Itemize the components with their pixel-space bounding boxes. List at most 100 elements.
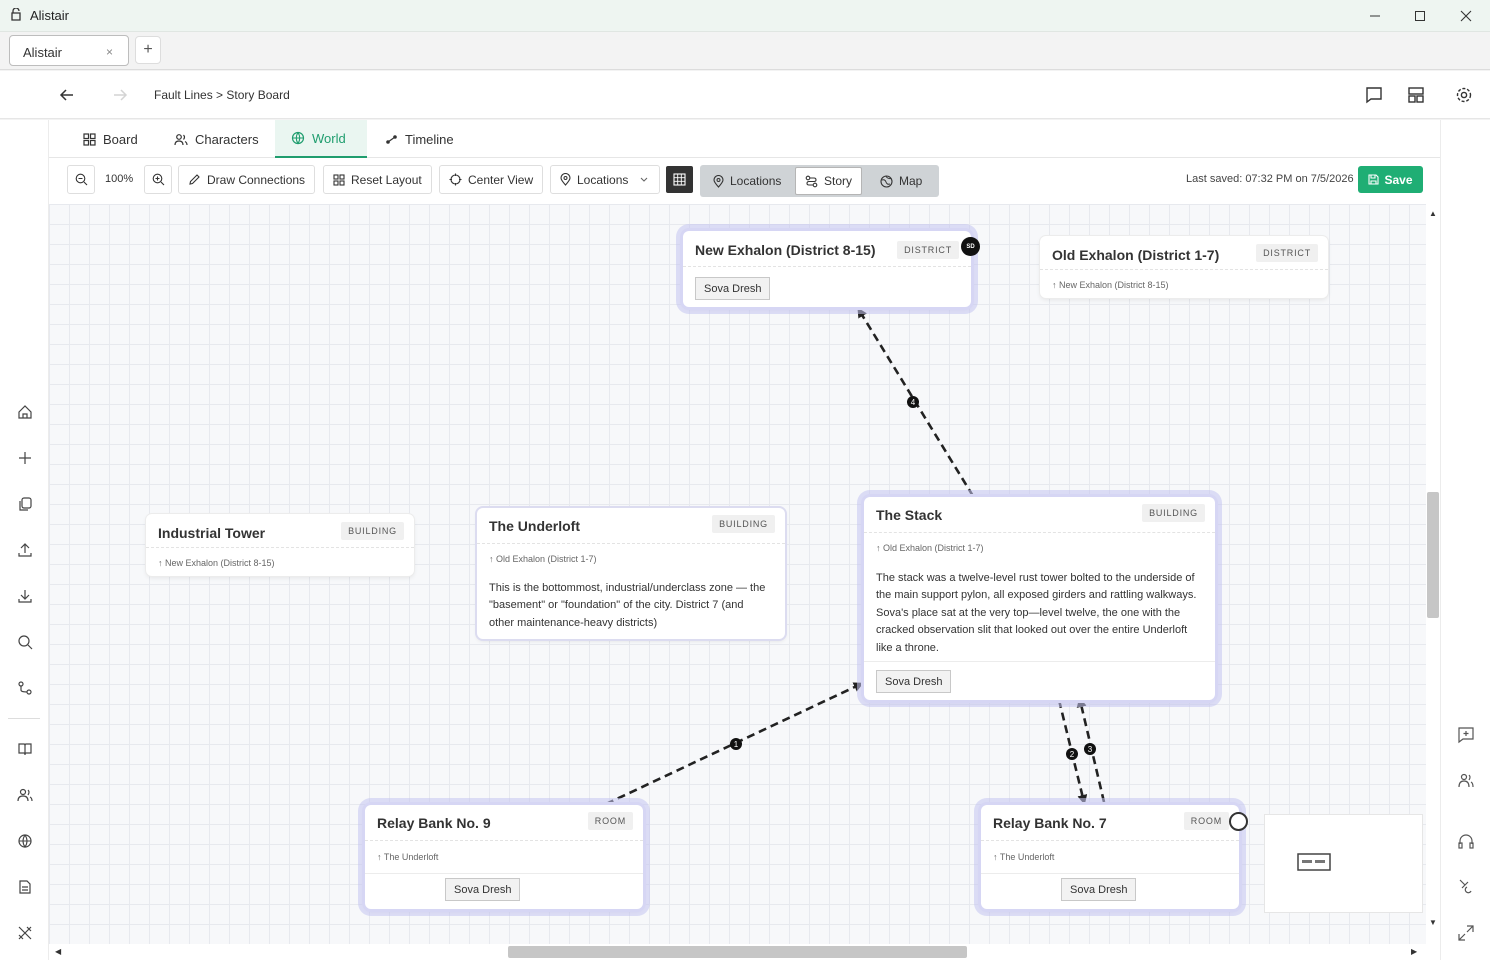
main-panel: Board Characters World Timeline 100% Dra…	[49, 120, 1440, 960]
tools-icon[interactable]	[15, 923, 35, 943]
minimize-button[interactable]	[1355, 4, 1395, 28]
chevron-down-icon	[640, 177, 648, 182]
characters-icon[interactable]	[15, 785, 35, 805]
people-icon[interactable]	[1457, 771, 1475, 789]
character-chip[interactable]: Sova Dresh	[445, 878, 521, 901]
headphones-icon[interactable]	[1457, 832, 1475, 850]
node-type-badge: BUILDING	[341, 522, 404, 540]
pin-icon	[560, 173, 571, 186]
location-node-industrial-tower[interactable]: Industrial Tower BUILDING ↑ New Exhalon …	[146, 514, 414, 576]
connection-1[interactable]: 1	[605, 682, 864, 806]
draw-connections-button[interactable]: Draw Connections	[178, 165, 316, 194]
minimap[interactable]	[1264, 814, 1423, 913]
magic-brush-icon[interactable]	[1457, 877, 1475, 895]
scroll-down-arrow-icon[interactable]: ▼	[1429, 918, 1437, 927]
zoom-level: 100%	[105, 173, 134, 185]
node-divider	[365, 873, 643, 874]
location-node-new-exhalon[interactable]: New Exhalon (District 8-15) DISTRICT Sov…	[683, 231, 980, 307]
zoom-in-button[interactable]	[144, 165, 172, 194]
document-icon[interactable]	[15, 877, 35, 897]
node-type-badge: ROOM	[587, 812, 633, 830]
branch-icon[interactable]	[15, 678, 35, 698]
toolbar: 100% Draw Connections Reset Layout Cente…	[49, 158, 1440, 204]
back-arrow-icon[interactable]	[59, 87, 75, 103]
scroll-right-arrow-icon[interactable]: ▶	[1411, 947, 1417, 956]
node-parent: ↑ Old Exhalon (District 1-7)	[876, 543, 984, 553]
world-canvas[interactable]: 1 2 3 4 New Exhalon (District 8-15) DIST…	[49, 204, 1426, 944]
close-window-button[interactable]	[1446, 4, 1486, 28]
scroll-up-arrow-icon[interactable]: ▲	[1429, 209, 1437, 218]
upload-icon[interactable]	[15, 540, 35, 560]
tab-world-label: World	[312, 130, 346, 146]
copy-icon[interactable]	[15, 494, 35, 514]
character-chip[interactable]: Sova Dresh	[695, 277, 771, 300]
locations-dropdown-label: Locations	[577, 172, 629, 187]
view-mode-locations[interactable]: Locations	[704, 167, 790, 195]
settings-gear-icon[interactable]	[1455, 86, 1473, 104]
location-node-old-exhalon[interactable]: Old Exhalon (District 1-7) DISTRICT ↑ Ne…	[1040, 236, 1328, 298]
table-view-button[interactable]	[666, 166, 693, 193]
tab-timeline[interactable]: Timeline	[369, 120, 470, 158]
node-title: The Stack	[876, 507, 943, 523]
zoom-out-button[interactable]	[67, 165, 95, 194]
locations-dropdown[interactable]: Locations	[550, 165, 660, 194]
view-mode-toggle: Locations Story Map	[700, 165, 939, 197]
view-mode-map[interactable]: Map	[871, 167, 931, 195]
location-node-the-stack[interactable]: The Stack BUILDING ↑ Old Exhalon (Distri…	[864, 497, 1215, 700]
layout-icon[interactable]	[1407, 86, 1425, 104]
window-title: Alistair	[30, 8, 70, 23]
expand-icon[interactable]	[1457, 924, 1475, 942]
location-node-relay-bank-9[interactable]: Relay Bank No. 9 ROOM ↑ The Underloft So…	[365, 805, 643, 909]
horizontal-scrollbar[interactable]: ◀ ▶	[49, 944, 1426, 960]
zoom-out-icon	[75, 173, 87, 186]
home-icon[interactable]	[15, 402, 35, 422]
add-comment-icon[interactable]	[1457, 726, 1475, 744]
node-parent: ↑ New Exhalon (District 8-15)	[1052, 280, 1169, 290]
node-type-badge: BUILDING	[1142, 504, 1205, 522]
view-mode-map-label: Map	[899, 174, 923, 188]
tab-close-icon[interactable]: ×	[106, 45, 113, 59]
download-icon[interactable]	[15, 586, 35, 606]
view-mode-story[interactable]: Story	[795, 167, 863, 195]
node-parent: ↑ New Exhalon (District 8-15)	[158, 558, 275, 568]
connection-3-label: 3	[1088, 745, 1093, 754]
save-button[interactable]: Save	[1358, 166, 1423, 193]
center-view-button[interactable]: Center View	[439, 165, 544, 194]
pin-icon	[713, 174, 724, 188]
horizontal-scroll-thumb[interactable]	[508, 946, 967, 958]
breadcrumb: Fault Lines > Story Board	[154, 88, 290, 102]
character-chip[interactable]: Sova Dresh	[1061, 878, 1137, 901]
connection-3[interactable]: 3	[1076, 697, 1106, 803]
tab-characters[interactable]: Characters	[158, 120, 275, 158]
book-icon[interactable]	[15, 739, 35, 759]
globe-icon	[291, 131, 305, 145]
left-sidebar	[0, 120, 49, 960]
character-chip[interactable]: Sova Dresh	[876, 670, 952, 693]
chat-icon[interactable]	[1365, 86, 1383, 104]
tab-board[interactable]: Board	[67, 120, 154, 158]
new-tab-button[interactable]: +	[135, 36, 161, 64]
connection-1-label: 1	[734, 740, 739, 749]
search-icon[interactable]	[15, 632, 35, 652]
vertical-scrollbar[interactable]: ▲ ▼	[1426, 204, 1440, 944]
forward-arrow-icon[interactable]	[112, 87, 128, 103]
scroll-left-arrow-icon[interactable]: ◀	[55, 947, 61, 956]
tab-alistair[interactable]: Alistair ×	[9, 35, 129, 66]
connection-2[interactable]: 2	[1057, 699, 1088, 805]
location-node-relay-bank-7[interactable]: Relay Bank No. 7 ROOM ↑ The Underloft So…	[981, 805, 1248, 909]
maximize-button[interactable]	[1400, 4, 1440, 28]
connection-4[interactable]: 4	[857, 307, 975, 497]
globe-icon[interactable]	[15, 831, 35, 851]
center-view-label: Center View	[468, 172, 534, 187]
tab-characters-label: Characters	[195, 131, 259, 147]
node-title: New Exhalon (District 8-15)	[695, 242, 876, 258]
add-icon[interactable]	[15, 448, 35, 468]
reset-layout-button[interactable]: Reset Layout	[323, 165, 432, 194]
connection-handle[interactable]	[1229, 812, 1248, 831]
character-avatar-marker[interactable]: SD	[961, 237, 980, 256]
location-node-underloft[interactable]: The Underloft BUILDING ↑ Old Exhalon (Di…	[477, 508, 785, 639]
node-parent: ↑ The Underloft	[993, 852, 1055, 862]
minimap-viewport	[1297, 853, 1331, 871]
vertical-scroll-thumb[interactable]	[1427, 492, 1439, 618]
tab-world[interactable]: World	[275, 120, 367, 158]
